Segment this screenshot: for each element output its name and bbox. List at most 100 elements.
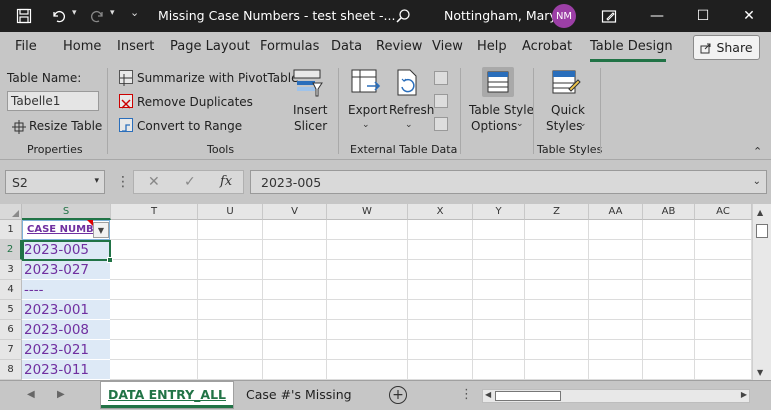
refresh-icon[interactable]	[394, 69, 424, 97]
column-header-t[interactable]: T	[111, 204, 198, 220]
refresh-button[interactable]: Refresh	[389, 103, 434, 117]
row-header-4[interactable]: 4	[0, 280, 22, 300]
quick-styles-dropdown-icon[interactable]: ⌄	[579, 119, 587, 129]
row-header-2[interactable]: 2	[0, 240, 22, 260]
row-header-3[interactable]: 3	[0, 260, 22, 280]
column-header-v[interactable]: V	[263, 204, 327, 220]
table-name-input[interactable]: Tabelle1	[7, 91, 99, 111]
tab-formulas[interactable]: Formulas	[260, 39, 319, 54]
pen-icon[interactable]	[599, 6, 619, 26]
scroll-down-icon[interactable]: ▼	[757, 368, 763, 377]
sheet-tab-data-entry-all[interactable]: DATA ENTRY_ALL	[101, 382, 233, 408]
cell-s7[interactable]: 2023-021	[22, 340, 110, 360]
expand-formula-bar-icon[interactable]: ⌄	[753, 176, 761, 187]
customize-qat-icon[interactable]: ⌄	[130, 6, 139, 19]
cell-s6[interactable]: 2023-008	[22, 320, 110, 340]
filter-dropdown-button[interactable]: ▼	[93, 222, 109, 238]
column-header-u[interactable]: U	[198, 204, 263, 220]
row-header-8[interactable]: 8	[0, 360, 22, 380]
export-icon[interactable]	[351, 69, 381, 97]
scroll-left-icon[interactable]: ◀	[485, 390, 491, 399]
avatar[interactable]: NM	[552, 4, 576, 28]
column-header-s[interactable]: S	[22, 204, 111, 220]
tab-page-layout[interactable]: Page Layout	[170, 39, 250, 54]
resize-table-button[interactable]: Resize Table	[29, 119, 102, 133]
cell-s3[interactable]: 2023-027	[22, 260, 110, 280]
cancel-icon[interactable]: ✕	[148, 174, 160, 190]
search-icon[interactable]	[393, 6, 413, 26]
style-options-dropdown-icon[interactable]: ⌄	[516, 119, 524, 129]
column-header-aa[interactable]: AA	[589, 204, 643, 220]
export-button[interactable]: Export	[348, 103, 387, 117]
name-box-dropdown-icon[interactable]: ▾	[94, 176, 99, 186]
convert-to-range-button[interactable]: Convert to Range	[137, 119, 242, 133]
redo-icon[interactable]	[88, 6, 108, 26]
fill-handle[interactable]	[107, 257, 113, 263]
horizontal-scrollbar[interactable]: ◀ ▶	[482, 389, 750, 403]
quick-styles-icon[interactable]	[551, 69, 581, 97]
remove-duplicates-button[interactable]: Remove Duplicates	[137, 95, 253, 109]
vertical-scroll-thumb[interactable]	[756, 224, 768, 238]
column-header-ab[interactable]: AB	[643, 204, 695, 220]
enter-icon[interactable]: ✓	[184, 174, 196, 190]
horizontal-scroll-thumb[interactable]	[495, 391, 561, 401]
quick-styles-label-2[interactable]: Styles	[546, 119, 582, 133]
column-header-w[interactable]: W	[327, 204, 408, 220]
share-button[interactable]: Share	[693, 35, 760, 60]
refresh-dropdown-icon[interactable]: ⌄	[405, 120, 413, 130]
insert-slicer-label-2[interactable]: Slicer	[294, 119, 327, 133]
open-in-browser-icon[interactable]	[434, 94, 448, 108]
tab-home[interactable]: Home	[63, 39, 101, 54]
scroll-right-icon[interactable]: ▶	[741, 390, 747, 399]
table-style-options-label-2[interactable]: Options	[471, 119, 517, 133]
redo-dropdown-icon[interactable]: ▾	[110, 8, 115, 18]
tab-help[interactable]: Help	[477, 39, 507, 54]
previous-sheet-icon[interactable]: ◀	[27, 389, 35, 400]
cell-s5[interactable]: 2023-001	[22, 300, 110, 320]
collapse-ribbon-icon[interactable]: ⌃	[753, 145, 762, 158]
undo-dropdown-icon[interactable]: ▾	[72, 8, 77, 18]
row-header-5[interactable]: 5	[0, 300, 22, 320]
tab-table-design[interactable]: Table Design	[590, 39, 673, 54]
table-style-options-label-1[interactable]: Table Style	[469, 103, 534, 117]
close-button[interactable]: ✕	[726, 0, 771, 32]
user-name[interactable]: Nottingham, Mary	[444, 8, 557, 23]
vertical-scrollbar[interactable]: ▲ ▼	[752, 204, 771, 380]
more-options-icon[interactable]: ⋮	[116, 174, 130, 190]
cell-s4[interactable]: ----	[22, 280, 110, 300]
quick-styles-label-1[interactable]: Quick	[551, 103, 585, 117]
row-header-7[interactable]: 7	[0, 340, 22, 360]
row-header-6[interactable]: 6	[0, 320, 22, 340]
unlink-icon[interactable]	[434, 117, 448, 131]
tab-acrobat[interactable]: Acrobat	[522, 39, 572, 54]
add-sheet-button[interactable]: +	[389, 386, 407, 404]
name-box[interactable]: S2 ▾	[5, 170, 105, 194]
scroll-up-icon[interactable]: ▲	[757, 208, 763, 217]
tab-file[interactable]: File	[15, 39, 37, 54]
column-header-z[interactable]: Z	[525, 204, 589, 220]
insert-slicer-icon[interactable]	[293, 69, 323, 97]
worksheet-grid[interactable]: S T U V W X Y Z AA AB AC 1 2 3 4 5 6 7 8	[0, 204, 771, 380]
tab-review[interactable]: Review	[376, 39, 422, 54]
next-sheet-icon[interactable]: ▶	[57, 389, 65, 400]
tab-insert[interactable]: Insert	[117, 39, 154, 54]
tab-view[interactable]: View	[432, 39, 463, 54]
column-header-x[interactable]: X	[408, 204, 473, 220]
save-icon[interactable]	[14, 6, 34, 26]
column-header-ac[interactable]: AC	[695, 204, 752, 220]
maximize-button[interactable]: ☐	[680, 0, 726, 32]
row-header-1[interactable]: 1	[0, 220, 22, 240]
tab-data[interactable]: Data	[331, 39, 362, 54]
column-header-y[interactable]: Y	[473, 204, 525, 220]
minimize-button[interactable]: —	[634, 0, 680, 32]
undo-icon[interactable]	[48, 6, 68, 26]
formula-input[interactable]: 2023-005 ⌄	[250, 170, 767, 194]
table-style-options-icon[interactable]	[482, 67, 514, 97]
sheet-tab-case-missing[interactable]: Case #'s Missing	[236, 382, 362, 408]
properties-icon[interactable]	[434, 71, 448, 85]
cell-s8[interactable]: 2023-011	[22, 360, 110, 380]
summarize-pivottable-button[interactable]: Summarize with PivotTable	[137, 71, 298, 85]
select-all-button[interactable]	[0, 204, 22, 220]
export-dropdown-icon[interactable]: ⌄	[362, 120, 370, 130]
insert-function-icon[interactable]: fx	[220, 174, 232, 189]
